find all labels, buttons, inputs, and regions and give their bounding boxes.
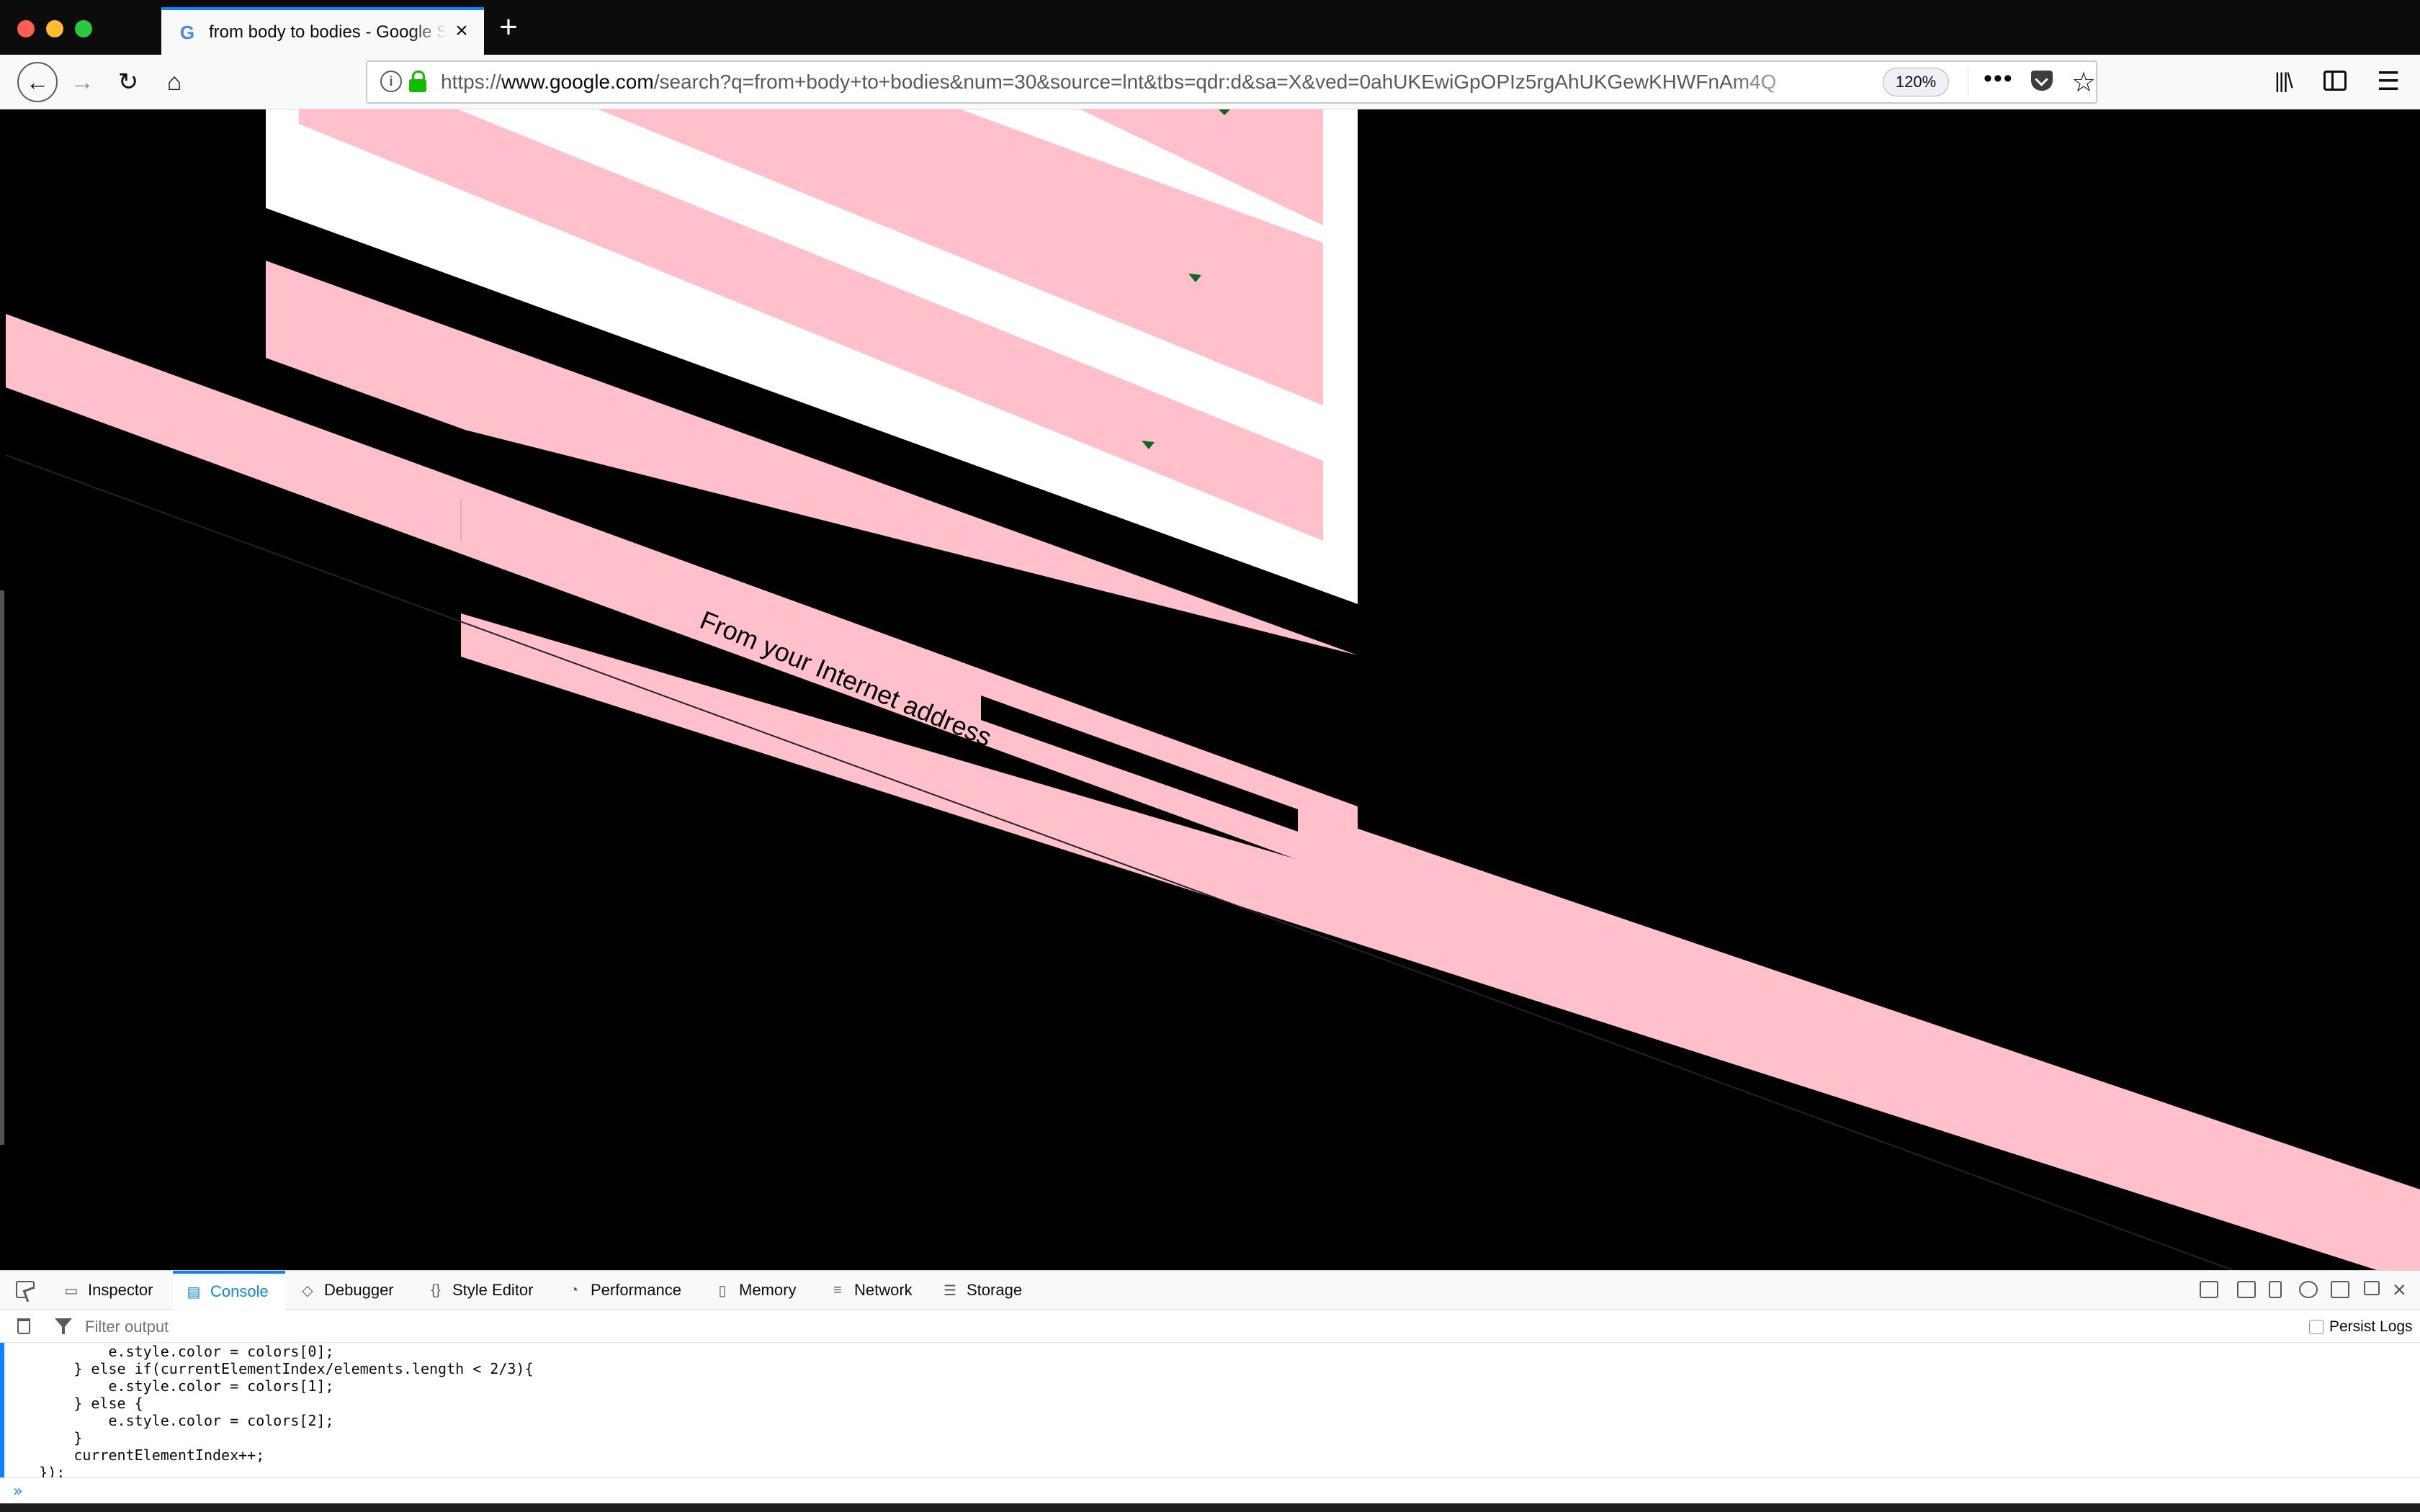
filter-output-input[interactable] — [84, 1317, 807, 1337]
persist-logs-checkbox[interactable]: Persist Logs — [2309, 1318, 2413, 1336]
url-host: www.google.com — [501, 71, 654, 93]
tab-title: from body to bodies - Google Search — [209, 22, 447, 42]
separate-window-icon[interactable] — [2364, 1281, 2380, 1295]
secure-lock-icon[interactable] — [409, 71, 426, 92]
pocket-icon[interactable] — [2031, 71, 2053, 91]
code-line: currentElementIndex++; — [4, 1446, 265, 1464]
devtools-panel: ▭ Inspector ▤ Console ◇ Debugger {} Styl… — [0, 1270, 2420, 1512]
hamburger-menu-icon[interactable]: ☰ — [2377, 66, 2400, 96]
left-edge-line — [0, 590, 4, 1145]
devtools-tab-label: Inspector — [88, 1281, 153, 1299]
devtools-tab-label: Debugger — [324, 1281, 394, 1299]
code-line: e.style.color = colors[0]; — [4, 1343, 334, 1360]
settings-gear-icon[interactable] — [2299, 1281, 2318, 1298]
code-line: } else { — [4, 1395, 143, 1412]
bookmark-star-icon[interactable]: ☆ — [2071, 66, 2096, 99]
url-path: /search?q=from+body+to+bodies&num=30&sou… — [653, 71, 1777, 93]
distorted-page-canvas — [0, 109, 2420, 1270]
sidebar-toggle-icon[interactable] — [2323, 71, 2347, 91]
element-picker-icon[interactable] — [16, 1281, 35, 1298]
home-button[interactable]: ⌂ — [157, 65, 192, 99]
devtools-tab-label: Memory — [739, 1281, 797, 1299]
navigation-toolbar: ← → ↻ ⌂ i https://www.google.com/search?… — [0, 55, 2420, 109]
console-input-line[interactable]: » — [0, 1477, 2420, 1503]
inspector-icon: ▭ — [64, 1282, 79, 1299]
split-console-icon[interactable] — [2237, 1281, 2256, 1298]
bottom-dark-strip — [0, 1503, 2420, 1512]
console-output: e.style.color = colors[0]; } else if(cur… — [0, 1343, 2420, 1484]
devtools-tab-storage[interactable]: ☰ Storage — [941, 1271, 1022, 1310]
filter-funnel-icon — [55, 1318, 72, 1334]
dock-options-icon[interactable] — [2200, 1281, 2218, 1298]
code-line: e.style.color = colors[1]; — [4, 1377, 334, 1395]
minimize-window-button[interactable] — [46, 20, 63, 37]
reload-button[interactable]: ↻ — [111, 65, 145, 99]
library-icon[interactable]: |||\ — [2275, 69, 2293, 94]
window-titlebar: G from body to bodies - Google Search × … — [0, 0, 2420, 55]
network-icon: ≡ — [833, 1282, 842, 1298]
devtools-tab-network[interactable]: ≡ Network — [828, 1271, 913, 1310]
console-prompt-icon: » — [13, 1482, 23, 1500]
code-line: } else if(currentElementIndex/elements.l… — [4, 1360, 534, 1377]
devtools-tab-style-editor[interactable]: {} Style Editor — [426, 1271, 534, 1310]
devtools-tab-label: Storage — [967, 1281, 1023, 1299]
fullscreen-window-button[interactable] — [75, 20, 92, 37]
devtools-tab-console[interactable]: ▤ Console — [173, 1271, 285, 1310]
devtools-tab-performance[interactable]: ◔ Performance — [565, 1271, 681, 1310]
zoom-level-button[interactable]: 120% — [1883, 68, 1949, 96]
memory-icon: ▯ — [718, 1282, 727, 1299]
clear-console-trash-icon[interactable] — [17, 1318, 30, 1334]
code-line: } — [4, 1429, 83, 1446]
close-devtools-icon[interactable]: × — [2393, 1277, 2406, 1303]
page-viewport: From your Internet address — [0, 109, 2420, 1270]
back-button[interactable]: ← — [17, 62, 58, 102]
responsive-design-icon[interactable] — [2269, 1281, 2282, 1298]
persist-logs-checkbox-box[interactable] — [2309, 1320, 2323, 1334]
console-icon: ▤ — [187, 1284, 201, 1300]
page-actions-more-icon[interactable]: ••• — [1984, 65, 2014, 93]
url-scheme: https:// — [441, 71, 502, 93]
new-tab-button[interactable]: + — [494, 12, 523, 43]
console-toolbar: Persist Logs — [0, 1310, 2420, 1343]
close-tab-icon[interactable]: × — [451, 20, 472, 42]
devtools-tab-memory[interactable]: ▯ Memory — [713, 1271, 796, 1310]
close-window-button[interactable] — [17, 20, 35, 37]
url-text[interactable]: https://www.google.com/search?q=from+bod… — [441, 71, 1838, 94]
devtools-tab-label: Console — [210, 1282, 269, 1300]
devtools-tab-debugger[interactable]: ◇ Debugger — [298, 1271, 394, 1310]
google-favicon-icon: G — [179, 21, 195, 43]
browser-tab-active[interactable]: G from body to bodies - Google Search × — [161, 7, 484, 55]
storage-icon: ☰ — [944, 1282, 956, 1299]
persist-logs-label: Persist Logs — [2329, 1318, 2413, 1335]
forward-button[interactable]: → — [65, 65, 99, 99]
devtools-tab-inspector[interactable]: ▭ Inspector — [62, 1271, 153, 1310]
style-editor-icon: {} — [431, 1282, 441, 1298]
url-bar[interactable]: i https://www.google.com/search?q=from+b… — [366, 60, 2097, 104]
devtools-tab-label: Network — [854, 1281, 913, 1299]
devtools-tab-label: Performance — [591, 1281, 681, 1299]
code-line: e.style.color = colors[2]; — [4, 1412, 334, 1429]
pink-long-strip — [461, 613, 2420, 1270]
site-info-icon[interactable]: i — [380, 71, 402, 92]
performance-icon: ◔ — [569, 1282, 579, 1298]
debugger-icon: ◇ — [302, 1282, 313, 1299]
devtools-tab-label: Style Editor — [452, 1281, 534, 1299]
devtools-tab-bar: ▭ Inspector ▤ Console ◇ Debugger {} Styl… — [0, 1271, 2420, 1310]
dock-side-icon[interactable] — [2331, 1281, 2349, 1298]
